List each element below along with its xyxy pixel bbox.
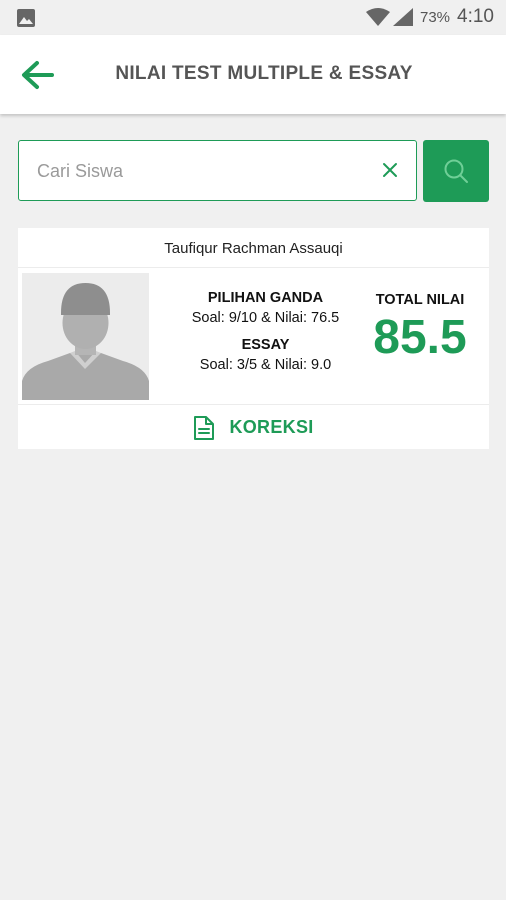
- search-icon: [444, 159, 468, 183]
- essay-detail: Soal: 3/5 & Nilai: 9.0: [199, 357, 332, 373]
- student-card: Taufiqur Rachman Assauqi PILIHAN GANDA S…: [18, 228, 489, 449]
- status-bar: 73% 4:10: [0, 0, 506, 35]
- divider: [18, 267, 489, 268]
- signal-icon: [393, 8, 413, 26]
- total-score-label: TOTAL NILAI: [375, 292, 465, 308]
- battery-percentage: 73%: [420, 9, 451, 26]
- student-name: Taufiqur Rachman Assauqi: [164, 240, 343, 257]
- essay-title: ESSAY: [241, 337, 290, 353]
- total-score: TOTAL NILAI 85.5: [364, 292, 476, 365]
- search-box: [18, 140, 417, 201]
- total-score-value: 85.5: [373, 311, 467, 364]
- close-icon[interactable]: [382, 162, 398, 178]
- person-placeholder-icon: [22, 273, 149, 400]
- clock: 4:10: [457, 6, 494, 27]
- score-details: PILIHAN GANDA Soal: 9/10 & Nilai: 76.5 E…: [158, 290, 373, 373]
- gallery-icon: [17, 9, 35, 27]
- koreksi-button[interactable]: KOREKSI: [18, 405, 489, 449]
- search-button[interactable]: [423, 140, 489, 202]
- app-bar: NILAI TEST MULTIPLE & ESSAY: [0, 35, 506, 114]
- wifi-icon: [366, 8, 390, 26]
- page-title: NILAI TEST MULTIPLE & ESSAY: [115, 63, 413, 84]
- search-input[interactable]: [35, 141, 369, 201]
- document-icon: [194, 416, 215, 440]
- koreksi-label: KOREKSI: [229, 416, 314, 437]
- multiple-choice-detail: Soal: 9/10 & Nilai: 76.5: [191, 310, 340, 326]
- avatar: [22, 273, 149, 400]
- multiple-choice-title: PILIHAN GANDA: [207, 290, 324, 306]
